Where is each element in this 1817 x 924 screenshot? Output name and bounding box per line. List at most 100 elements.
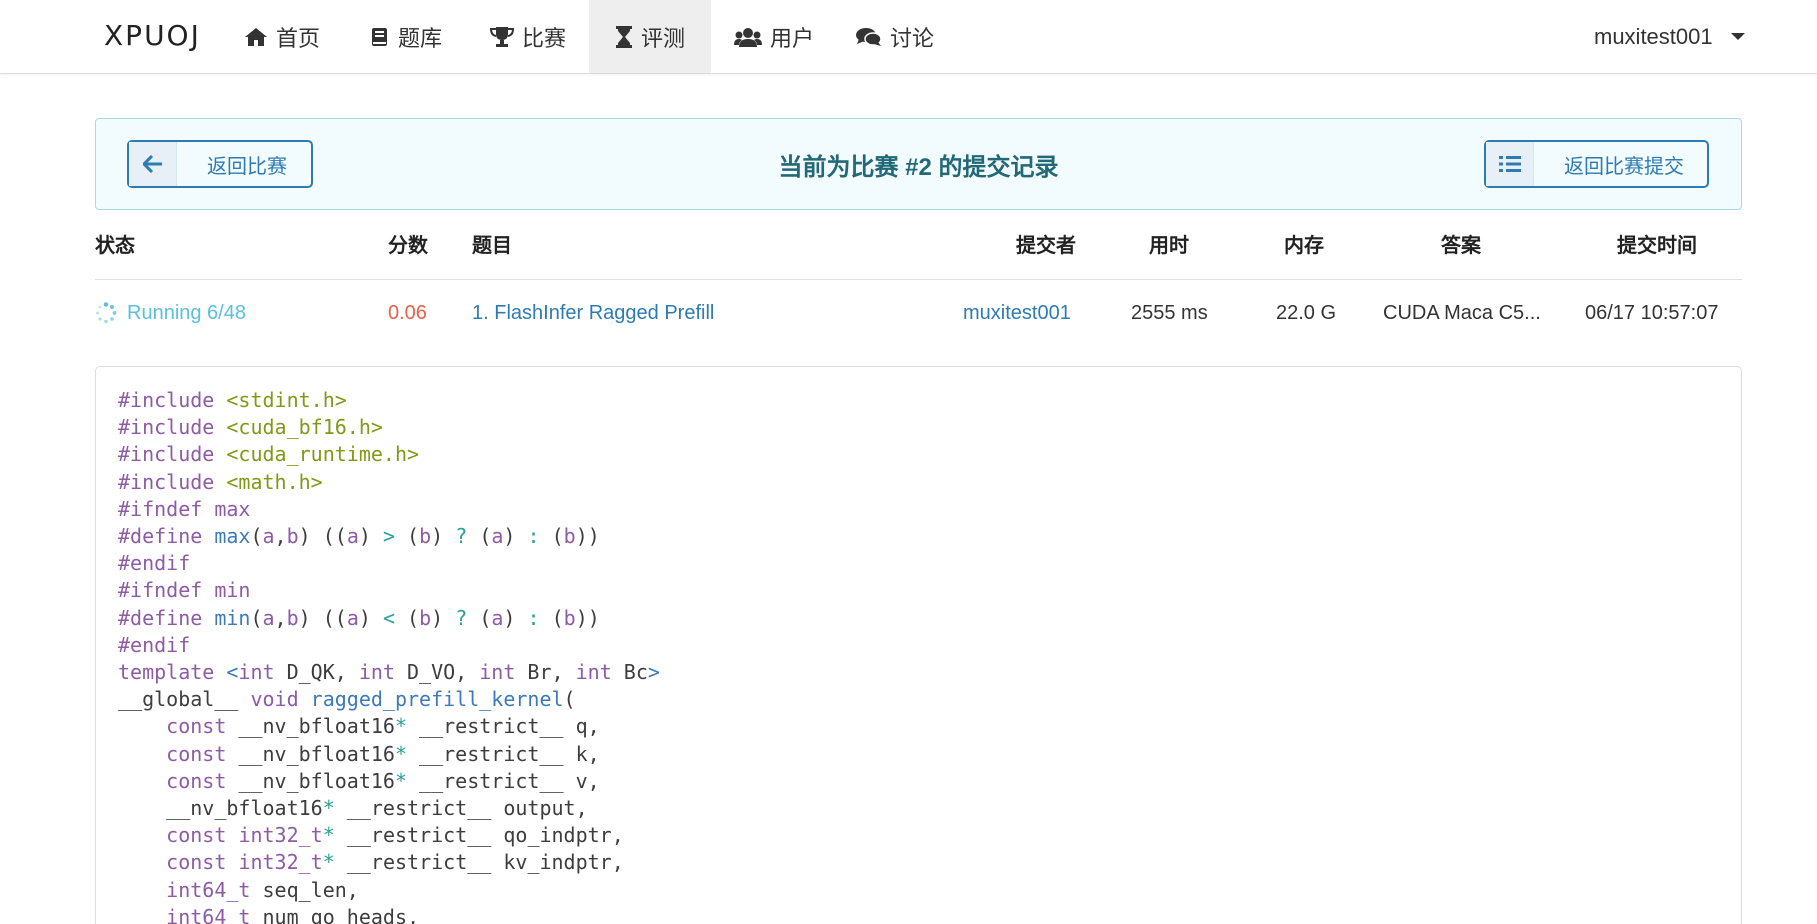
code-token: Bc (611, 660, 648, 685)
code-line: const int32_t* __restrict__ qo_indptr, (118, 822, 660, 849)
code-token: b (286, 524, 299, 549)
code-token: #ifndef max (118, 496, 251, 521)
spinner-icon (96, 302, 117, 324)
code-token: ) (431, 524, 456, 549)
code-token: int (575, 660, 612, 685)
code-token: ) (503, 524, 528, 549)
code-token: #include (118, 442, 227, 467)
code-token: * (394, 768, 408, 793)
code-token: #include (118, 388, 227, 412)
code-token: #define (118, 524, 215, 549)
code-token: __restrict__ v, (407, 768, 600, 793)
code-token: * (322, 796, 335, 821)
code-token: * (394, 714, 408, 739)
code-line: #ifndef min (118, 577, 660, 604)
code-line: #define max(a,b) ((a) > (b) ? (a) : (b)) (118, 523, 660, 550)
code-token: a (491, 524, 504, 549)
code-token: const (166, 741, 227, 766)
nav-item-label: 首页 (276, 25, 321, 51)
code-token: ( (467, 605, 492, 630)
code-token: #endif (118, 632, 191, 657)
code-token: __nv_bfloat16 (226, 741, 395, 766)
nav-item-status[interactable]: 评测 (589, 0, 711, 73)
code-token: b (419, 605, 432, 630)
button-label: 返回比赛 (207, 155, 287, 178)
code-token: void (250, 687, 311, 712)
code-token: int64_t (166, 877, 251, 902)
column-header-score: 分数 (388, 235, 428, 257)
code-token: __restrict__ q, (407, 714, 600, 739)
code-line: const int32_t* __restrict__ kv_indptr, (118, 849, 660, 876)
code-token: D_QK, (274, 660, 359, 685)
nav-item-label: 用户 (770, 25, 815, 51)
code-token: <cuda_bf16.h> (226, 415, 383, 440)
code-token: < (226, 660, 239, 685)
code-token: const (166, 850, 227, 875)
code-line: #ifndef max (118, 496, 660, 523)
users-icon (734, 27, 762, 47)
status-text: Running 6/48 (127, 302, 246, 324)
code-token: ? (455, 524, 468, 549)
code-token: __global__ (118, 687, 251, 712)
nav-item-problems[interactable]: 题库 (370, 0, 442, 73)
code-token: )) (575, 605, 600, 630)
code-token: int32_t (238, 850, 323, 875)
nav-item-discuss[interactable]: 讨论 (856, 0, 934, 73)
code-token: __restrict__ kv_indptr, (334, 850, 624, 875)
user-menu[interactable]: muxitest001 (1594, 0, 1745, 73)
code-line: #include <stdint.h> (118, 387, 660, 414)
code-token: ragged_prefill_kernel (310, 687, 564, 712)
score-cell: 0.06 (388, 302, 427, 324)
code-token: ( (539, 524, 564, 549)
username: muxitest001 (1594, 23, 1713, 49)
nav-item-home[interactable]: 首页 (244, 0, 320, 73)
home-icon (245, 27, 267, 46)
code-token: b (419, 524, 432, 549)
source-code: #include <stdint.h> #include <cuda_bf16.h… (118, 387, 660, 924)
code-token: int32_t (238, 823, 323, 848)
code-token: __restrict__ output, (334, 796, 588, 821)
column-header-problem: 题目 (472, 235, 512, 257)
code-token: ( (250, 605, 263, 630)
code-line: __global__ void ragged_prefill_kernel( (118, 686, 660, 713)
problem-link[interactable]: 1. FlashInfer Ragged Prefill (472, 282, 714, 344)
code-token: ) (503, 605, 528, 630)
code-token: b (563, 524, 576, 549)
back-to-contest-submissions-button[interactable]: 返回比赛提交 (1484, 140, 1709, 188)
back-to-contest-button[interactable]: 返回比赛 (127, 140, 313, 188)
nav-item-label: 讨论 (890, 25, 935, 51)
code-line: const __nv_bfloat16* __restrict__ q, (118, 713, 660, 740)
hourglass-icon (616, 25, 632, 48)
code-line: const __nv_bfloat16* __restrict__ k, (118, 741, 660, 768)
source-code-panel: #include <stdint.h> #include <cuda_bf16.h… (95, 366, 1742, 924)
code-token: int64_t (166, 904, 251, 924)
submission-table-header: 状态 分数 题目 提交者 用时 内存 答案 提交时间 (95, 222, 1742, 280)
code-token: ( (395, 605, 420, 630)
answer-cell[interactable]: CUDA Maca C5... (1383, 282, 1541, 344)
code-token: #include (118, 469, 227, 494)
nav-item-label: 评测 (641, 25, 686, 51)
code-line: #include <math.h> (118, 469, 660, 496)
code-token: <stdint.h> (226, 388, 347, 412)
brand-logo[interactable]: XPUOJ (104, 19, 201, 52)
status-cell[interactable]: Running 6/48 (95, 282, 246, 344)
code-token: <math.h> (226, 469, 323, 494)
code-token: )) (575, 524, 600, 549)
code-token: * (322, 850, 335, 875)
code-token: __nv_bfloat16 (226, 714, 395, 739)
code-token: a (262, 605, 275, 630)
trophy-icon (490, 26, 514, 47)
column-header-status: 状态 (95, 235, 135, 257)
nav-item-users[interactable]: 用户 (734, 0, 814, 73)
code-token: ( (467, 524, 492, 549)
submitter-link[interactable]: muxitest001 (963, 282, 1071, 344)
column-header-answer: 答案 (1441, 235, 1481, 257)
nav-item-contests[interactable]: 比赛 (490, 0, 566, 73)
code-token: ) (358, 605, 383, 630)
code-token: const (166, 823, 227, 848)
